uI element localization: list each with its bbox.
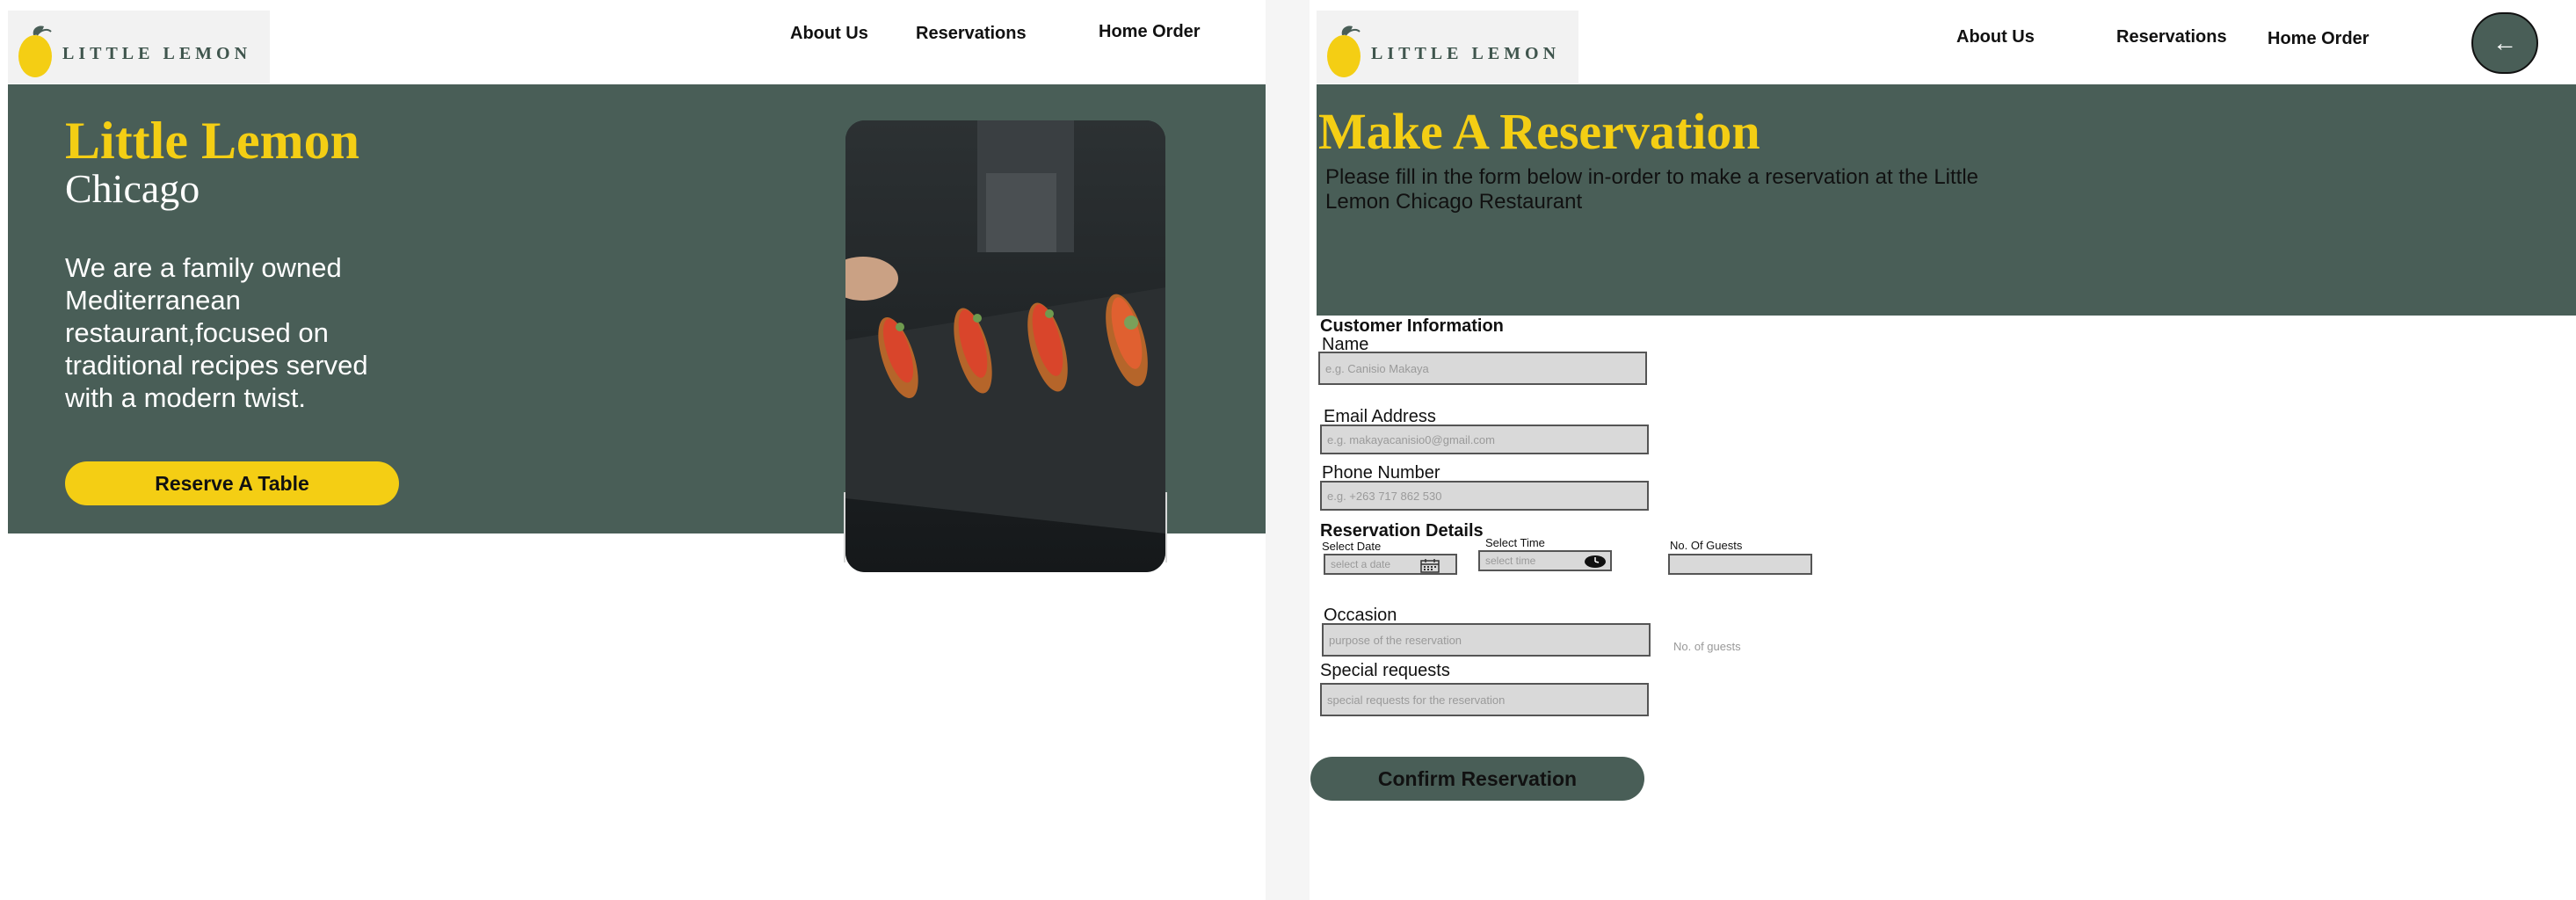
food-photo xyxy=(845,120,1165,572)
reserve-table-button[interactable]: Reserve A Table xyxy=(65,461,399,505)
divider xyxy=(1165,492,1167,562)
requests-label: Special requests xyxy=(1320,661,1450,680)
nav-home-order[interactable]: Home Order xyxy=(1093,21,1206,43)
email-field[interactable] xyxy=(1320,425,1649,454)
time-picker[interactable]: select time xyxy=(1478,550,1612,571)
phone-field[interactable] xyxy=(1320,481,1649,511)
time-placeholder: select time xyxy=(1485,555,1536,567)
gutter xyxy=(1266,0,1310,900)
arrow-left-icon: ← xyxy=(2493,29,2517,56)
time-label: Select Time xyxy=(1485,536,1545,549)
nav-reservations[interactable]: Reservations xyxy=(2111,26,2232,48)
logo-text: LITTLE LEMON xyxy=(1371,44,1561,63)
home-page: LITTLE LEMON About Us Reservations Home … xyxy=(0,0,1266,900)
lemon-icon xyxy=(1327,25,1361,77)
guests-field[interactable] xyxy=(1668,554,1812,575)
guests-hint: No. of guests xyxy=(1673,640,1741,653)
hero-image xyxy=(845,120,1165,572)
date-label: Select Date xyxy=(1322,540,1382,553)
hero-title: Little Lemon xyxy=(65,112,359,170)
nav-about[interactable]: About Us xyxy=(1951,26,2040,48)
requests-field[interactable] xyxy=(1320,683,1649,716)
confirm-reservation-button[interactable]: Confirm Reservation xyxy=(1310,757,1644,801)
logo[interactable]: LITTLE LEMON xyxy=(1317,11,1578,83)
reservation-details-heading: Reservation Details xyxy=(1320,521,1484,541)
hero-description: We are a family owned Mediterranean rest… xyxy=(65,252,368,413)
nav-about[interactable]: About Us xyxy=(785,23,874,45)
clock-icon xyxy=(1585,555,1606,568)
reservation-page: LITTLE LEMON About Us Reservations Home … xyxy=(1310,0,2576,900)
nav-home-order[interactable]: Home Order xyxy=(2262,28,2375,50)
nav-reservations[interactable]: Reservations xyxy=(911,23,1032,45)
back-button[interactable]: ← xyxy=(2471,12,2538,74)
page-description: Please fill in the form below in-order t… xyxy=(1325,165,1979,214)
occasion-field[interactable] xyxy=(1322,623,1651,657)
logo-text: LITTLE LEMON xyxy=(62,44,252,63)
page-title: Make A Reservation xyxy=(1318,103,1760,160)
divider xyxy=(844,492,845,562)
customer-info-heading: Customer Information xyxy=(1320,316,1504,336)
calendar-icon xyxy=(1420,559,1440,573)
date-placeholder: select a date xyxy=(1331,558,1391,570)
logo[interactable]: LITTLE LEMON xyxy=(8,11,270,83)
guests-label: No. Of Guests xyxy=(1670,539,1743,552)
lemon-icon xyxy=(18,25,52,77)
name-field[interactable] xyxy=(1318,352,1647,385)
date-picker[interactable]: select a date xyxy=(1324,554,1457,575)
hero-subtitle: Chicago xyxy=(65,166,200,211)
